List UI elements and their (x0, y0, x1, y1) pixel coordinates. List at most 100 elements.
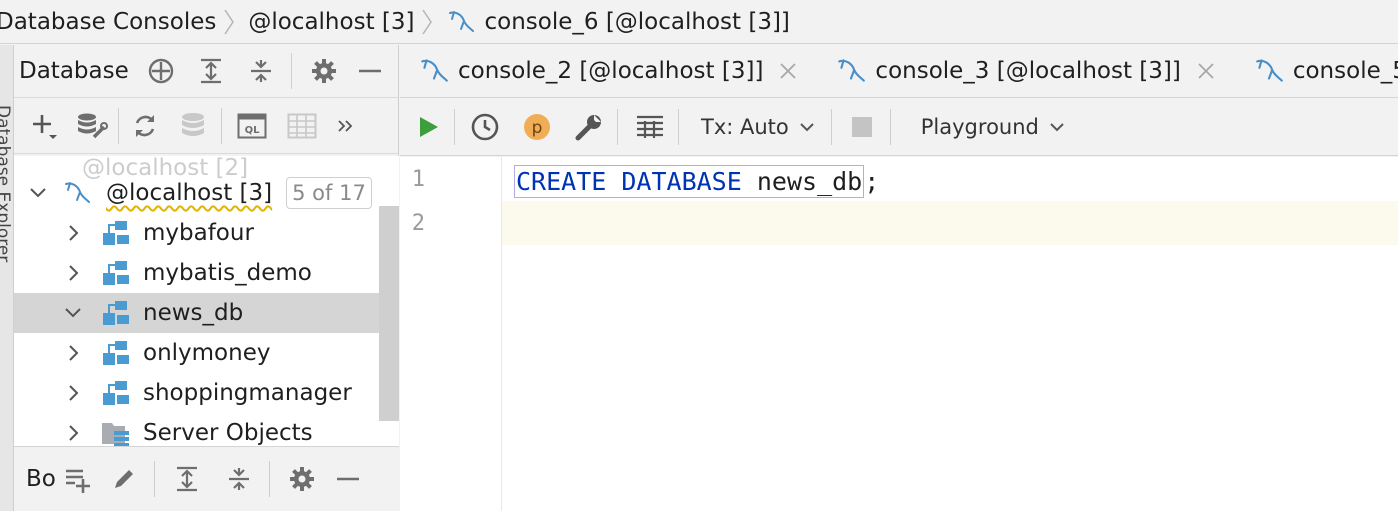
tree-row-label: mybatis_demo (143, 260, 312, 286)
tree-row-label: @localhost [3] (106, 180, 273, 206)
minimize-icon[interactable] (350, 49, 390, 93)
tree-row-schema[interactable]: mybatis_demo (14, 253, 379, 293)
new-plus-icon[interactable] (24, 104, 64, 148)
database-panel-header: Database (14, 45, 398, 98)
close-icon[interactable] (1195, 60, 1217, 82)
line-number-gutter: 1 2 (400, 157, 502, 511)
sql-keyword: CREATE (516, 166, 607, 196)
pencil-icon[interactable] (104, 457, 144, 501)
chevron-right-icon[interactable] (61, 421, 85, 445)
tab-console-5[interactable]: console_5 [@localhost [3]] (1235, 45, 1398, 97)
database-explorer-strip[interactable]: Database Explorer (0, 45, 14, 511)
current-line-highlight (400, 201, 1398, 245)
sql-identifier: news_db (756, 166, 863, 196)
toolbar-separator (617, 109, 618, 145)
breadcrumb-item-console-6[interactable]: console_6 [@localhost [3]] (446, 7, 790, 37)
tab-console-2[interactable]: console_2 [@localhost [3]] (400, 45, 817, 97)
tree-row-server-objects[interactable]: Server Objects (14, 413, 379, 446)
stop-icon[interactable] (842, 105, 882, 149)
tree-scrollbar[interactable] (379, 206, 399, 421)
sql-keyword: DATABASE (621, 166, 742, 196)
tree-row-label: news_db (143, 300, 244, 326)
history-icon[interactable] (465, 105, 505, 149)
run-icon[interactable] (408, 105, 448, 149)
mysql-dolphin-icon (65, 182, 90, 203)
chevron-right-icon[interactable] (61, 261, 85, 285)
collapse-all-icon[interactable] (241, 49, 281, 93)
toolbar-separator (889, 109, 891, 145)
breadcrumb-item-database-consoles[interactable]: Database Consoles (0, 9, 216, 35)
database-explorer-strip-label: Database Explorer (0, 105, 13, 263)
database-tree: @localhost [2] @localhost [3] 5 of 17 my… (14, 156, 399, 446)
toolbar-separator (221, 107, 222, 144)
add-list-icon[interactable] (58, 457, 98, 501)
ql-console-icon[interactable]: QL (232, 104, 272, 148)
collapse-all-icon[interactable] (219, 457, 259, 501)
tree-row-schema[interactable]: onlymoney (14, 333, 379, 373)
wrench-icon[interactable] (569, 105, 609, 149)
chevron-down-icon[interactable] (26, 181, 50, 205)
chevron-down-icon (800, 123, 814, 132)
mysql-dolphin-icon (421, 59, 448, 82)
tx-mode-label: Tx: Auto (701, 115, 789, 139)
schema-icon (103, 261, 129, 285)
svg-text:QL: QL (245, 125, 261, 136)
tree-row-schema[interactable]: mybafour (14, 213, 379, 253)
session-dropdown[interactable]: Playground (921, 115, 1067, 139)
toolbar-separator (154, 461, 155, 497)
tree-row-host[interactable]: @localhost [3] 5 of 17 (14, 173, 379, 213)
mysql-dolphin-icon (838, 59, 866, 82)
data-source-properties-icon[interactable] (72, 104, 112, 148)
tx-mode-dropdown[interactable]: Tx: Auto (701, 115, 817, 139)
database-panel: Database QL @localhost [2] @localhost [3… (14, 45, 399, 511)
chevron-right-icon[interactable] (61, 381, 85, 405)
add-circle-icon[interactable] (141, 49, 181, 93)
close-icon[interactable] (777, 60, 799, 82)
schema-icon (103, 381, 129, 405)
mysql-dolphin-icon (449, 10, 475, 32)
breadcrumb-separator-icon (422, 9, 433, 34)
schema-icon (103, 301, 129, 325)
tree-row-label: mybafour (143, 220, 254, 246)
bookmarks-panel-title: Bo (26, 466, 56, 492)
toolbar-separator (290, 53, 292, 89)
more-icon[interactable] (326, 104, 366, 148)
result-table-icon[interactable] (630, 105, 670, 149)
tree-row-label: onlymoney (143, 340, 271, 366)
profile-badge-icon[interactable]: p (517, 105, 557, 149)
refresh-icon[interactable] (125, 104, 165, 148)
toolbar-separator (454, 109, 455, 145)
toolbar-separator (678, 109, 679, 145)
breadcrumb-separator-icon (224, 9, 235, 34)
database-icon[interactable] (173, 104, 213, 148)
chevron-right-icon[interactable] (61, 341, 85, 365)
toolbar-separator (830, 109, 832, 145)
minimize-icon[interactable] (328, 457, 368, 501)
editor-toolbar: p Tx: Auto Playground (400, 99, 1398, 156)
tab-label: console_3 [@localhost [3]] (875, 58, 1181, 84)
chevron-right-icon[interactable] (61, 221, 85, 245)
server-objects-icon (102, 423, 129, 446)
svg-text:p: p (532, 118, 543, 138)
database-panel-title: Database (19, 58, 129, 84)
gear-icon[interactable] (282, 457, 322, 501)
mysql-dolphin-icon (1256, 59, 1283, 82)
table-icon[interactable] (282, 104, 322, 148)
editor-tab-bar: console_2 [@localhost [3]] console_3 [@l… (400, 45, 1398, 98)
session-label: Playground (920, 115, 1039, 139)
expand-all-icon[interactable] (167, 457, 207, 501)
chevron-down-icon[interactable] (61, 301, 85, 325)
expand-all-icon[interactable] (191, 49, 231, 93)
breadcrumb-item-localhost[interactable]: @localhost [3] (248, 9, 414, 35)
tree-row-schema-selected[interactable]: news_db (14, 293, 379, 333)
toolbar-separator (269, 461, 270, 497)
tab-label: console_5 [@localhost [3]] (1292, 58, 1398, 84)
breadcrumb: Database Consoles @localhost [3] console… (0, 0, 1398, 44)
gear-icon[interactable] (304, 49, 344, 93)
code-line-1[interactable]: CREATE DATABASE news_db; (514, 161, 879, 201)
tab-label: console_2 [@localhost [3]] (458, 58, 764, 84)
tree-row-label: Server Objects (143, 420, 313, 446)
sql-editor[interactable]: 1 2 CREATE DATABASE news_db; (400, 157, 1398, 511)
tree-row-schema[interactable]: shoppingmanager (14, 373, 379, 413)
tab-console-3[interactable]: console_3 [@localhost [3]] (817, 45, 1234, 97)
